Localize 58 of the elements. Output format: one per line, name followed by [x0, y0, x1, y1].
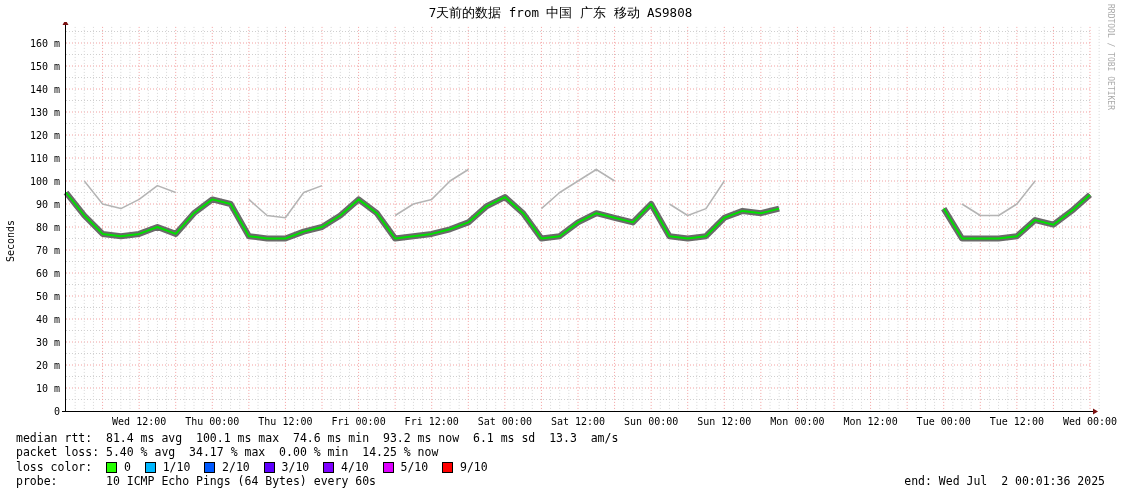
- stat-value: 100.1 ms max: [196, 431, 280, 446]
- x-tick-label: Wed 12:00: [112, 416, 167, 427]
- x-tick-label: Mon 00:00: [770, 416, 825, 427]
- end-time: end: Wed Jul 2 00:01:36 2025: [904, 474, 1105, 489]
- x-tick-label: Wed 00:00: [1062, 416, 1118, 427]
- y-tick-label: 100 m: [29, 176, 60, 187]
- x-tick-label: Sun 12:00: [697, 416, 752, 427]
- x-tick-label: Sat 00:00: [477, 416, 532, 427]
- y-tick-label: 150 m: [29, 61, 60, 72]
- stat-value: 5.40 % avg: [106, 445, 176, 460]
- swatch-label: 5/10: [400, 459, 429, 475]
- y-tick-label: 140 m: [29, 84, 60, 95]
- chart-title: 7天前的数据 from 中国 广东 移动 AS9808: [428, 5, 693, 22]
- stat-value: 6.1 ms sd: [473, 431, 536, 446]
- swatch-label: 2/10: [222, 459, 250, 475]
- y-tick-label: 60 m: [35, 268, 60, 279]
- y-tick-label: 120 m: [29, 130, 60, 141]
- credit-text: RRDTOOL / TOBI OETIKER: [1106, 4, 1115, 110]
- y-tick-label: 90 m: [35, 199, 60, 210]
- x-tick-label: Thu 00:00: [185, 416, 240, 427]
- y-tick-label: 80 m: [35, 222, 60, 233]
- y-tick-label: 110 m: [29, 153, 60, 164]
- stat-value: 81.4 ms avg: [106, 431, 183, 446]
- legend-label: probe:: [16, 474, 59, 489]
- swatch-label: 9/10: [459, 459, 488, 475]
- x-tick-label: Tue 12:00: [989, 416, 1044, 427]
- y-axis-title: Seconds: [5, 219, 16, 263]
- y-tick-label: 160 m: [29, 38, 60, 49]
- stat-value: 13.3: [549, 431, 577, 446]
- x-tick-label: Sat 12:00: [550, 416, 606, 427]
- swatch-label: 0: [123, 459, 131, 475]
- x-tick-label: Fri 00:00: [331, 416, 386, 427]
- stat-value: 93.2 ms now: [382, 431, 460, 446]
- stat-value: 14.25 % now: [362, 445, 439, 460]
- y-tick-label: 20 m: [35, 360, 60, 371]
- swatch-label: 4/10: [341, 459, 369, 475]
- swatch-label: 3/10: [281, 459, 310, 475]
- y-tick-label: 0: [53, 406, 60, 417]
- legend-label: loss color:: [16, 459, 94, 475]
- legend-label: median rtt:: [16, 431, 94, 446]
- y-tick-label: 50 m: [35, 291, 60, 302]
- x-tick-label: Sun 00:00: [624, 416, 679, 427]
- stat-value: am/s: [590, 431, 619, 446]
- y-tick-label: 30 m: [35, 337, 60, 348]
- legend-label: packet loss:: [16, 445, 101, 460]
- x-tick-label: Thu 12:00: [258, 416, 313, 427]
- swatch-label: 1/10: [162, 459, 191, 475]
- stat-value: 0.00 % min: [279, 445, 349, 460]
- x-tick-label: Fri 12:00: [404, 416, 459, 427]
- y-tick-label: 40 m: [35, 314, 60, 325]
- x-tick-label: Tue 00:00: [916, 416, 971, 427]
- stat-value: 34.17 % max: [189, 445, 266, 460]
- stat-value: 74.6 ms min: [292, 431, 370, 446]
- y-tick-label: 70 m: [35, 245, 60, 256]
- y-tick-label: 130 m: [29, 107, 60, 118]
- probe-text: 10 ICMP Echo Pings (64 Bytes) every 60s: [106, 474, 377, 489]
- y-tick-label: 10 m: [35, 383, 60, 394]
- x-tick-label: Mon 12:00: [843, 416, 898, 427]
